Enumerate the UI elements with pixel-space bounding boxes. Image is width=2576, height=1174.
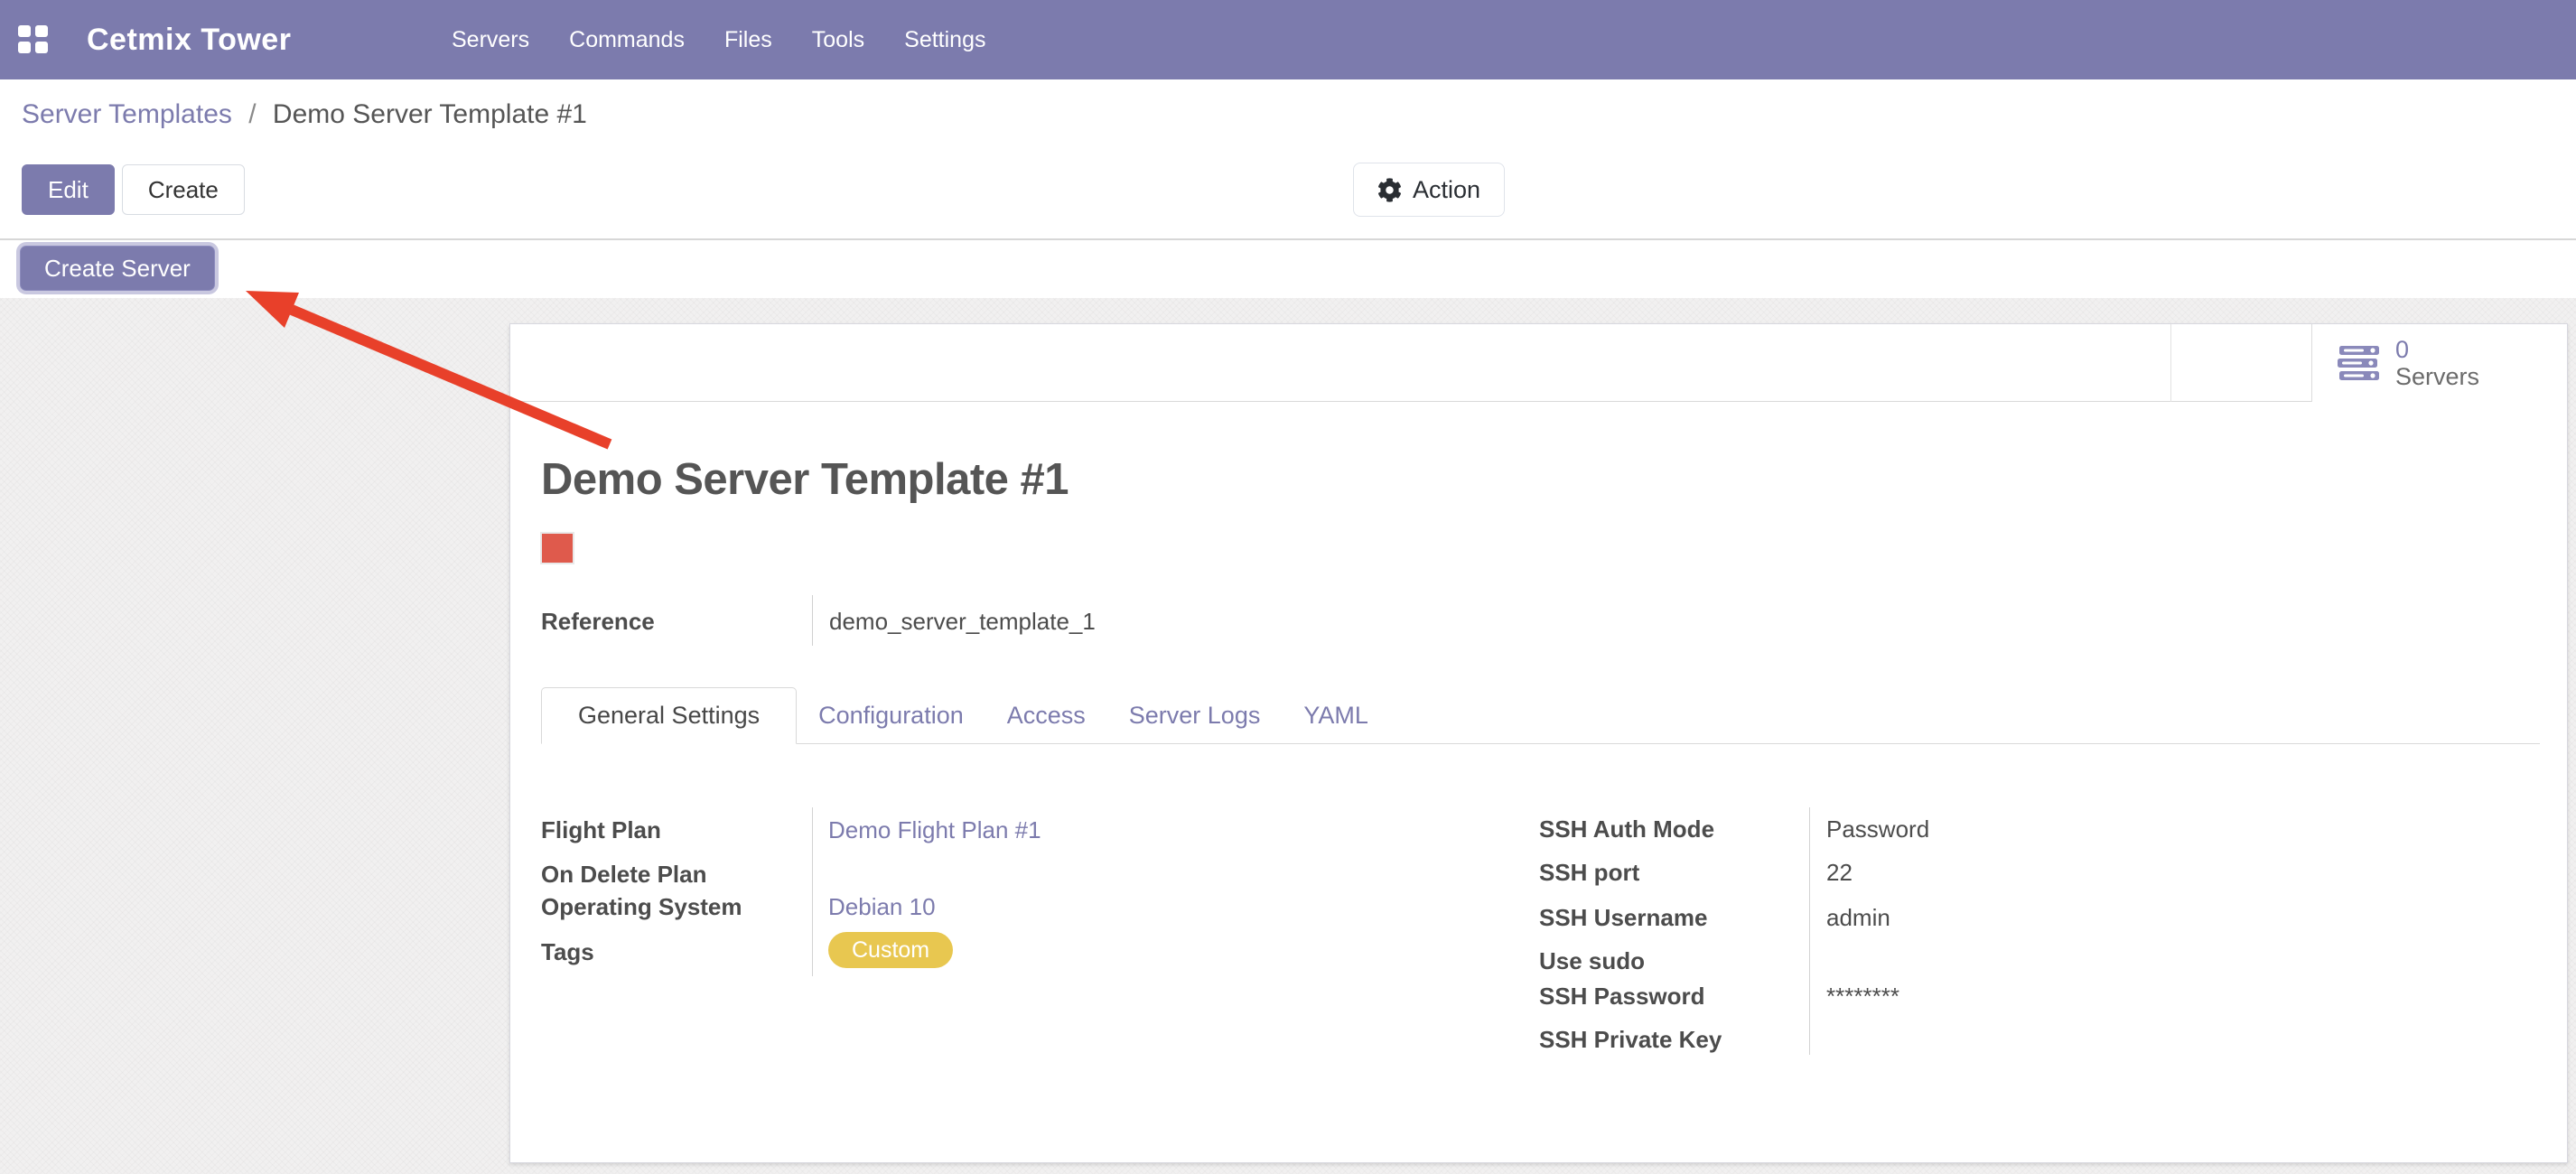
record-card: 0 Servers Demo Server Template #1 Refere… xyxy=(509,323,2568,1163)
breadcrumb-current: Demo Server Template #1 xyxy=(273,99,587,129)
ssh-auth-mode-label: SSH Auth Mode xyxy=(1539,815,1714,843)
servers-stat-label: Servers xyxy=(2395,363,2479,390)
record-color-swatch[interactable] xyxy=(540,532,574,564)
on-delete-plan-label: On Delete Plan xyxy=(541,861,707,889)
reference-separator xyxy=(812,595,813,646)
create-button[interactable]: Create xyxy=(122,164,245,215)
tab-server-logs[interactable]: Server Logs xyxy=(1107,687,1283,743)
tags-label: Tags xyxy=(541,938,594,966)
ssh-auth-mode-value: Password xyxy=(1826,815,1929,843)
reference-label: Reference xyxy=(541,608,655,636)
record-title: Demo Server Template #1 xyxy=(541,454,1069,505)
tab-yaml[interactable]: YAML xyxy=(1282,687,1390,743)
field-column-right: SSH Auth Mode Password SSH port 22 SSH U… xyxy=(1539,807,2533,1069)
ssh-port-label: SSH port xyxy=(1539,859,1639,887)
tab-configuration[interactable]: Configuration xyxy=(797,687,985,743)
reference-value: demo_server_template_1 xyxy=(829,608,1096,636)
nav-item-commands[interactable]: Commands xyxy=(569,27,685,53)
flight-plan-value[interactable]: Demo Flight Plan #1 xyxy=(828,816,1041,844)
apps-grid-icon[interactable] xyxy=(18,25,49,54)
top-navbar: Cetmix Tower Servers Commands Files Tool… xyxy=(0,0,2576,79)
breadcrumb: Server Templates / Demo Server Template … xyxy=(22,99,587,130)
flight-plan-label: Flight Plan xyxy=(541,816,661,844)
action-button[interactable]: Action xyxy=(1353,163,1505,217)
nav-item-files[interactable]: Files xyxy=(724,27,772,53)
create-server-button[interactable]: Create Server xyxy=(20,246,215,291)
nav-item-tools[interactable]: Tools xyxy=(812,27,864,53)
tab-access[interactable]: Access xyxy=(985,687,1107,743)
notebook-tabs: General Settings Configuration Access Se… xyxy=(541,687,2540,744)
gear-icon xyxy=(1377,178,1402,202)
server-stack-icon xyxy=(2338,345,2381,381)
ssh-username-value: admin xyxy=(1826,904,1890,932)
operating-system-value[interactable]: Debian 10 xyxy=(828,893,936,921)
ssh-password-value: ******** xyxy=(1826,983,1899,1011)
operating-system-label: Operating System xyxy=(541,893,742,921)
ssh-private-key-label: SSH Private Key xyxy=(1539,1026,1722,1054)
nav-item-settings[interactable]: Settings xyxy=(904,27,985,53)
action-button-label: Action xyxy=(1413,176,1480,204)
tag-custom[interactable]: Custom xyxy=(828,932,953,968)
edit-button[interactable]: Edit xyxy=(22,164,115,215)
control-panel: Server Templates / Demo Server Template … xyxy=(0,79,2576,240)
stat-row-separator xyxy=(2170,324,2171,402)
tab-general-settings[interactable]: General Settings xyxy=(541,687,797,744)
brand-title: Cetmix Tower xyxy=(87,23,291,58)
servers-count: 0 xyxy=(2395,336,2479,363)
nav-item-servers[interactable]: Servers xyxy=(452,27,529,53)
field-column-left: Flight Plan Demo Flight Plan #1 On Delet… xyxy=(541,807,1498,997)
use-sudo-label: Use sudo xyxy=(1539,947,1645,975)
secondary-action-row: Create Server xyxy=(0,240,2576,298)
ssh-port-value: 22 xyxy=(1826,859,1853,887)
ssh-password-label: SSH Password xyxy=(1539,983,1705,1011)
servers-stat-button[interactable]: 0 Servers xyxy=(2311,324,2567,402)
navbar-menu: Servers Commands Files Tools Settings xyxy=(452,27,985,53)
ssh-username-label: SSH Username xyxy=(1539,904,1707,932)
breadcrumb-parent-link[interactable]: Server Templates xyxy=(22,99,232,129)
stat-button-row: 0 Servers xyxy=(510,324,2567,402)
breadcrumb-separator: / xyxy=(248,99,256,129)
